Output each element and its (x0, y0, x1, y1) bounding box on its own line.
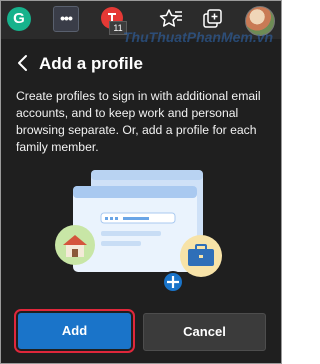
page-title: Add a profile (39, 54, 143, 73)
back-arrow-icon[interactable] (15, 53, 31, 73)
cancel-button[interactable]: Cancel (143, 313, 266, 351)
more-icon: ••• (60, 10, 73, 26)
grammarly-letter: G (13, 10, 25, 27)
profile-flyout: G ••• 11 ThuThuatPhanMem.vn Add a profil… (0, 0, 282, 364)
plus-icon (162, 271, 184, 293)
watermark-text: ThuThuatPhanMem.vn (123, 29, 274, 45)
add-button[interactable]: Add (14, 309, 135, 353)
grammarly-icon[interactable]: G (7, 7, 31, 31)
profiles-illustration (53, 168, 233, 298)
panel-header: Add a profile (1, 47, 281, 81)
panel-description: Create profiles to sign in with addition… (16, 89, 261, 154)
extensions-more-button[interactable]: ••• (53, 6, 79, 32)
